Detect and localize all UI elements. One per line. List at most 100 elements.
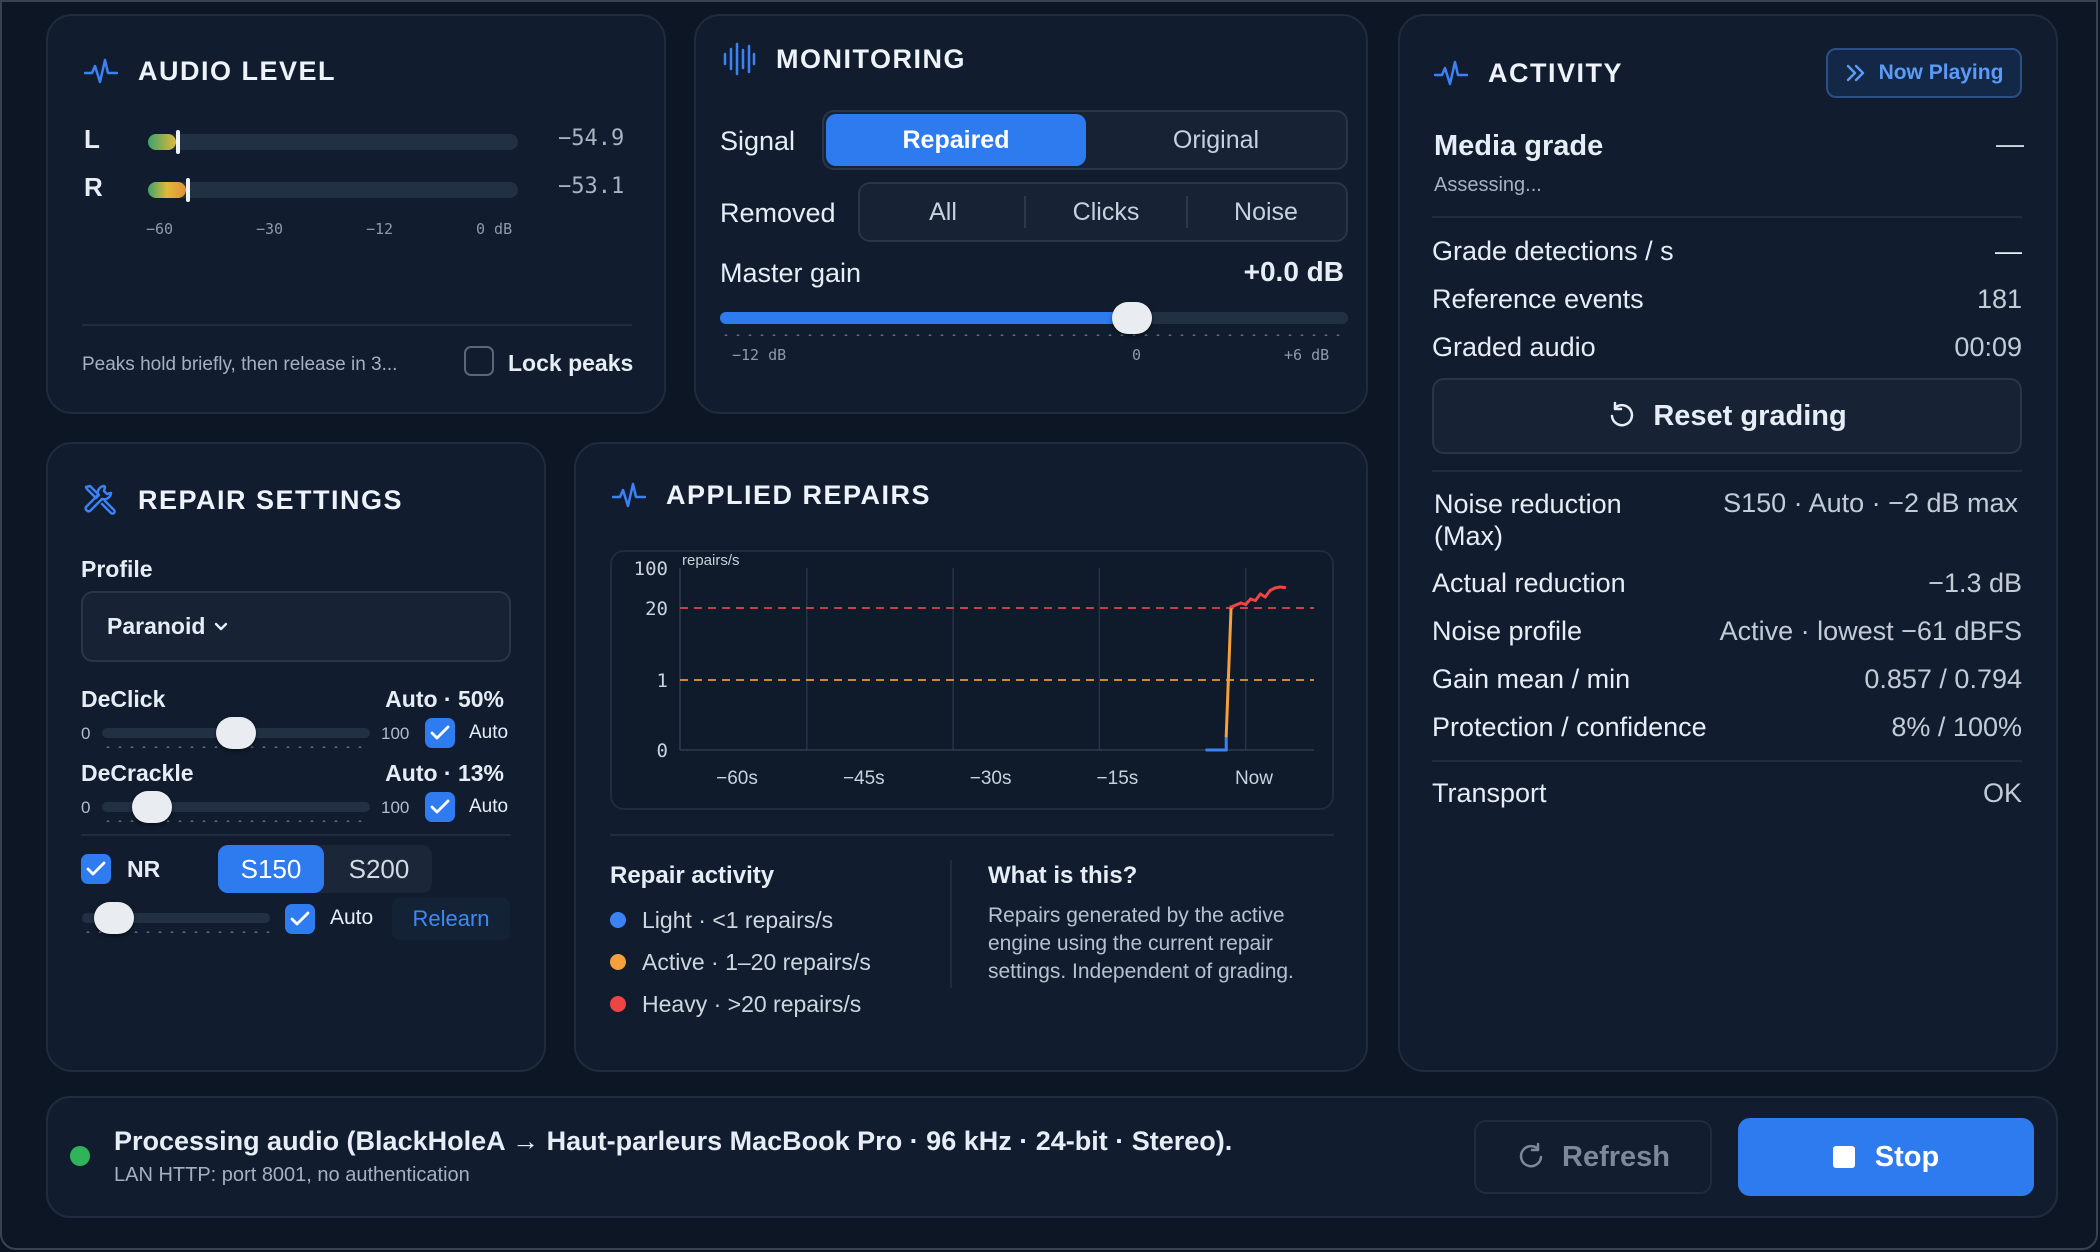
profile-label: Profile	[81, 556, 153, 582]
master-gain-fill	[720, 312, 1132, 324]
nr-auto-label: Auto	[330, 906, 374, 929]
legend-heavy-dot	[610, 996, 626, 1012]
removed-clicks-button[interactable]: Clicks	[1026, 186, 1186, 238]
actual-reduction-row: Actual reduction −1.3 dB	[1432, 568, 2022, 598]
app-window: AUDIO LEVEL L −54.9 R −53.1 −60 −30 −12 …	[0, 0, 2098, 1250]
right-channel-label: R	[84, 172, 103, 202]
x-tick-label: Now	[1235, 768, 1273, 789]
refresh-icon	[1519, 1142, 1543, 1168]
removed-all-button[interactable]: All	[862, 186, 1024, 238]
graded-audio-row: Graded audio 00:09	[1432, 332, 2022, 362]
declick-max: 100	[381, 724, 410, 743]
declick-min: 0	[81, 724, 91, 743]
grade-detections-row: Grade detections / s —	[1432, 236, 2022, 266]
declick-auto-checkbox[interactable]	[425, 718, 455, 748]
noise-reduction-value: S150 · Auto · −2 dB max	[1723, 488, 2018, 518]
waveform-icon	[723, 42, 756, 76]
right-meter-fill	[148, 182, 186, 198]
reset-grading-button[interactable]: Reset grading	[1432, 378, 2022, 454]
master-gain-label: Master gain	[720, 258, 862, 288]
gain-ticks	[720, 334, 1348, 336]
decrackle-knob[interactable]	[132, 791, 172, 823]
decrackle-value: Auto · 13%	[385, 760, 504, 786]
stop-button[interactable]: Stop	[1738, 1118, 2034, 1196]
checkmark-icon	[290, 911, 310, 926]
nr-knob[interactable]	[94, 902, 134, 934]
divider	[1432, 216, 2022, 218]
refresh-button[interactable]: Refresh	[1474, 1120, 1712, 1194]
y-axis-label: repairs/s	[682, 552, 740, 569]
lock-peaks-checkbox[interactable]	[464, 346, 494, 376]
divider	[1432, 470, 2022, 472]
declick-label: DeClick	[81, 686, 166, 712]
divider	[950, 860, 952, 988]
left-meter-fill	[148, 134, 176, 150]
reset-icon	[1611, 401, 1634, 427]
y-tick-label: 1	[657, 670, 668, 692]
left-channel-label: L	[84, 124, 100, 154]
removed-noise-button[interactable]: Noise	[1188, 186, 1344, 238]
status-sub: LAN HTTP: port 8001, no authentication	[114, 1164, 470, 1186]
y-tick-label: 100	[634, 558, 668, 580]
declick-value: Auto · 50%	[385, 686, 504, 712]
nr-auto-checkbox[interactable]	[285, 904, 315, 934]
repair-activity-title: Repair activity	[610, 862, 775, 889]
decrackle-min: 0	[81, 798, 91, 817]
lock-peaks-label[interactable]: Lock peaks	[508, 350, 633, 377]
left-level-value: −54.9	[558, 126, 625, 151]
meter-scale-30: −30	[256, 220, 284, 238]
gain-mean-row: Gain mean / min 0.857 / 0.794	[1432, 664, 2022, 694]
legend-light-dot	[610, 912, 626, 928]
media-grade-label: Media grade	[1434, 130, 1604, 162]
reference-events-row: Reference events 181	[1432, 284, 2022, 314]
gain-scale-zero: 0	[1132, 346, 1142, 364]
signal-label: Signal	[720, 126, 796, 156]
signal-original-button[interactable]: Original	[1088, 114, 1344, 166]
repair-settings-panel	[46, 442, 546, 1072]
right-meter	[148, 178, 518, 202]
peaks-note: Peaks hold briefly, then release in 3...	[82, 354, 398, 375]
noise-profile-row: Noise profile Active · lowest −61 dBFS	[1432, 616, 2022, 646]
decrackle-auto-label: Auto	[469, 796, 509, 817]
decrackle-auto-checkbox[interactable]	[425, 792, 455, 822]
pulse-icon	[1434, 60, 1468, 85]
declick-knob[interactable]	[216, 717, 256, 749]
right-peak-marker	[186, 178, 190, 202]
x-tick-label: −45s	[843, 768, 885, 789]
chevron-down-icon	[215, 622, 228, 630]
checkmark-icon	[86, 861, 106, 876]
info-title: What is this?	[988, 862, 1138, 889]
relearn-button[interactable]: Relearn	[392, 898, 510, 940]
stop-icon	[1832, 1146, 1855, 1168]
master-gain-knob[interactable]	[1112, 302, 1152, 334]
protection-row: Protection / confidence 8% / 100%	[1432, 712, 2022, 742]
nr-checkbox[interactable]	[81, 854, 111, 884]
right-level-value: −53.1	[558, 174, 625, 199]
series-segment	[1224, 605, 1233, 738]
y-tick-label: 20	[645, 598, 668, 620]
divider	[81, 834, 511, 836]
x-tick-label: −15s	[1097, 768, 1139, 789]
x-tick-label: −60s	[716, 768, 758, 789]
status-indicator-dot	[70, 1146, 90, 1166]
audio-level-panel: AUDIO LEVEL L −54.9 R −53.1 −60 −30 −12 …	[46, 14, 666, 414]
activity-title: ACTIVITY	[1434, 58, 1623, 89]
legend-light-label: Light · <1 repairs/s	[642, 907, 834, 933]
monitoring-title: MONITORING	[722, 42, 966, 76]
pulse-icon	[84, 58, 118, 83]
transport-row: Transport OK	[1432, 778, 2022, 808]
media-grade-value: —	[1996, 128, 2024, 159]
x-tick-label: −30s	[970, 768, 1012, 789]
signal-repaired-button[interactable]: Repaired	[826, 114, 1086, 166]
legend-active-label: Active · 1–20 repairs/s	[642, 949, 871, 975]
profile-select[interactable]: Paranoid	[81, 591, 511, 662]
master-gain-value: +0.0 dB	[1243, 256, 1344, 287]
noise-reduction-label: Noise reduction (Max)	[1434, 489, 1622, 551]
now-playing-button[interactable]: Now Playing	[1826, 48, 2022, 98]
gain-scale-min: −12 dB	[732, 346, 787, 364]
left-meter	[148, 130, 518, 154]
divider	[1432, 760, 2022, 762]
nr-s200-button[interactable]: S200	[326, 845, 432, 893]
nr-s150-button[interactable]: S150	[218, 845, 324, 893]
master-gain-slider[interactable]	[720, 312, 1348, 324]
